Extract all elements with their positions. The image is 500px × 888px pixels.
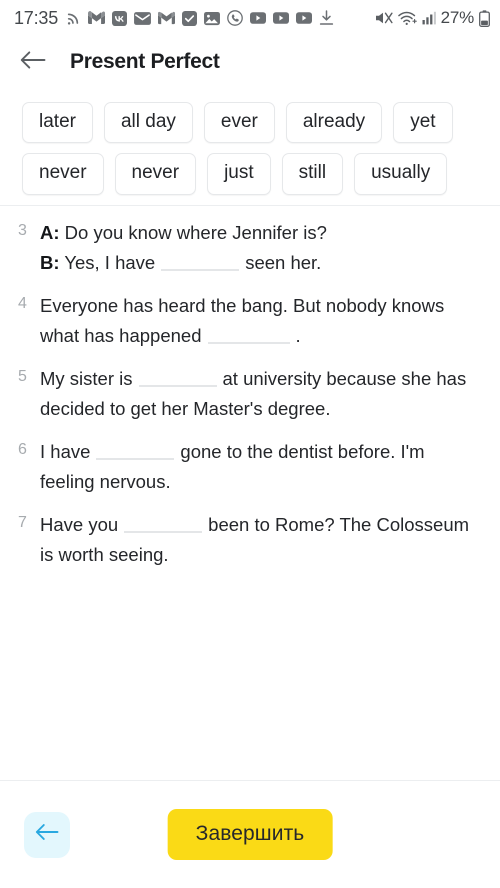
app-bar: Present Perfect [0,36,500,88]
exercise-text: Everyone has heard the bang. But nobody … [40,291,482,351]
word-chip[interactable]: never [22,153,104,195]
arrow-left-icon [20,50,46,75]
youtube-icon [273,12,290,24]
finish-button[interactable]: Завершить [167,809,333,860]
exercise-number: 6 [18,440,27,458]
sentence-fragment: seen her. [245,251,322,273]
battery-percent-label: 27% [440,8,475,27]
word-chip[interactable]: ever [203,102,275,144]
download-icon [319,10,334,26]
speaker-label: A: [40,221,60,243]
answer-blank[interactable] [96,439,175,460]
exercise-text: A: Do you know where Jennifer is? B: Yes… [40,218,482,278]
answer-blank[interactable] [138,366,217,387]
sentence-fragment: Do you know where Jennifer is? [59,221,327,243]
word-chip[interactable]: later [22,102,93,144]
photos-icon [204,11,221,26]
status-bar: 17:35 27% [0,0,500,36]
exercise-number: 3 [18,221,27,239]
word-chip[interactable]: yet [393,102,453,144]
wifi-icon [397,11,417,26]
gmail-icon [88,11,106,25]
word-chip[interactable]: already [285,102,383,144]
exercise-text: Have you been to Rome? The Colosseum is w… [40,510,482,570]
exercise-list: 3 A: Do you know where Jennifer is? B: Y… [0,206,500,780]
dialogue-line: B: Yes, I have seen her. [40,248,482,278]
youtube-icon [250,12,267,24]
word-bank: later all day ever already yet never nev… [0,88,500,205]
sentence-fragment: I have [40,440,91,462]
bottom-toolbar: Завершить [0,780,500,888]
exercise-number: 7 [18,513,27,531]
back-button[interactable] [16,45,50,79]
vk-icon [112,10,128,26]
sentence-fragment: Yes, I have [59,251,156,273]
word-chip[interactable]: all day [103,102,193,144]
youtube-icon [296,12,313,24]
gmail-outline-icon [158,11,176,25]
speaker-label: B: [40,251,60,273]
status-clock: 17:35 [14,7,59,28]
sentence-fragment: Have you [40,513,119,535]
word-chip[interactable]: still [281,153,344,195]
word-chip[interactable]: never [114,153,197,195]
exercise-number: 4 [18,294,27,312]
answer-blank[interactable] [207,323,290,344]
exercise-item: 7 Have you been to Rome? The Colosseum is… [18,510,482,570]
word-chip[interactable]: just [207,153,271,195]
exercise-text: My sister is at university because she ha… [40,364,482,424]
arrow-left-icon [35,823,59,846]
checkbox-app-icon [182,10,198,26]
answer-blank[interactable] [124,512,203,533]
exercise-text: I have gone to the dentist before. I'm fe… [40,437,482,497]
viber-icon [227,10,243,26]
word-chip[interactable]: usually [354,153,448,195]
signal-bars-icon [422,11,436,25]
status-notification-icons [66,10,375,26]
status-system-icons: 27% [375,8,490,28]
answer-blank[interactable] [161,250,240,271]
exercise-item: 4 Everyone has heard the bang. But nobod… [18,291,482,351]
app-screen: 17:35 27% Present Perfect later all day … [0,0,500,888]
exercise-item: 6 I have gone to the dentist before. I'm … [18,437,482,497]
sentence-fragment: My sister is [40,367,133,389]
previous-button[interactable] [24,811,70,858]
mail-envelope-icon [134,11,151,26]
rss-icon [66,11,81,26]
sentence-fragment: . [295,324,301,346]
exercise-item: 3 A: Do you know where Jennifer is? B: Y… [18,218,482,278]
battery-icon [479,9,490,27]
page-title: Present Perfect [70,50,220,73]
exercise-item: 5 My sister is at university because she … [18,364,482,424]
exercise-number: 5 [18,367,27,385]
mute-icon [375,10,393,26]
